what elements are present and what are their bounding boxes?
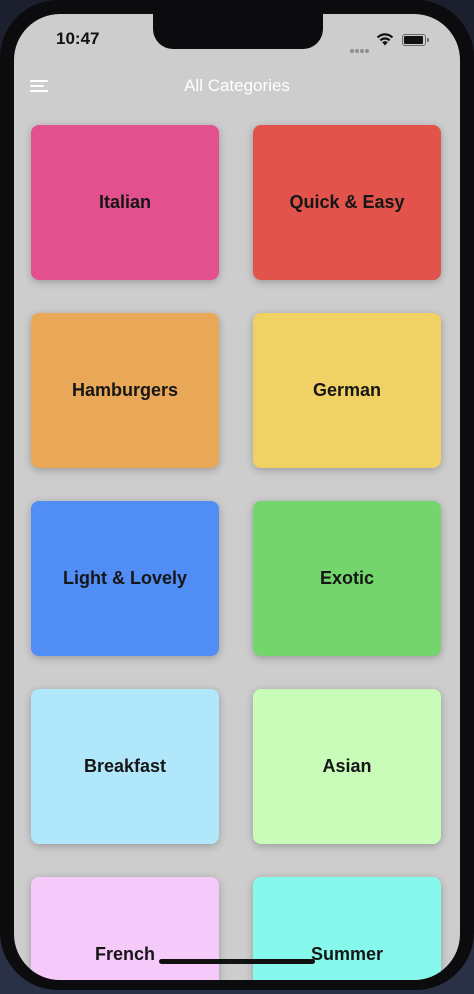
- category-tile-italian[interactable]: Italian: [31, 125, 219, 280]
- page-title: All Categories: [184, 76, 290, 95]
- phone-frame: 10:47 All Categories Italian Quick & Eas…: [0, 0, 474, 990]
- category-tile-summer[interactable]: Summer: [253, 877, 441, 980]
- category-grid: Italian Quick & Easy Hamburgers German L…: [14, 14, 460, 980]
- category-label: Light & Lovely: [62, 568, 187, 588]
- category-tile-breakfast[interactable]: Breakfast: [31, 689, 219, 844]
- status-time: 10:47: [56, 29, 100, 48]
- navigation-bar: All Categories: [14, 64, 460, 108]
- category-tile-german[interactable]: German: [253, 313, 441, 468]
- category-tile-asian[interactable]: Asian: [253, 689, 441, 844]
- category-tile-hamburgers[interactable]: Hamburgers: [31, 313, 219, 468]
- category-tile-quick-easy[interactable]: Quick & Easy: [253, 125, 441, 280]
- category-label: Summer: [310, 944, 384, 964]
- category-tile-light-lovely[interactable]: Light & Lovely: [31, 501, 219, 656]
- category-label: Breakfast: [83, 756, 167, 776]
- battery-icon: [402, 34, 429, 46]
- category-label: Quick & Easy: [289, 192, 405, 212]
- category-label: German: [312, 380, 382, 400]
- home-indicator[interactable]: [159, 959, 315, 964]
- wifi-icon: [376, 33, 394, 46]
- category-label: French: [94, 944, 155, 964]
- camera-notch: [153, 14, 323, 49]
- category-label: Asian: [322, 756, 372, 776]
- desktop-background: 10:47 All Categories Italian Quick & Eas…: [0, 0, 474, 994]
- category-tile-french[interactable]: French: [31, 877, 219, 980]
- phone-screen: 10:47 All Categories Italian Quick & Eas…: [14, 14, 460, 980]
- cellular-signal-icon: [350, 40, 372, 53]
- category-tile-exotic[interactable]: Exotic: [253, 501, 441, 656]
- category-label: Exotic: [319, 568, 375, 588]
- category-label: Hamburgers: [71, 380, 179, 400]
- category-label: Italian: [98, 192, 151, 212]
